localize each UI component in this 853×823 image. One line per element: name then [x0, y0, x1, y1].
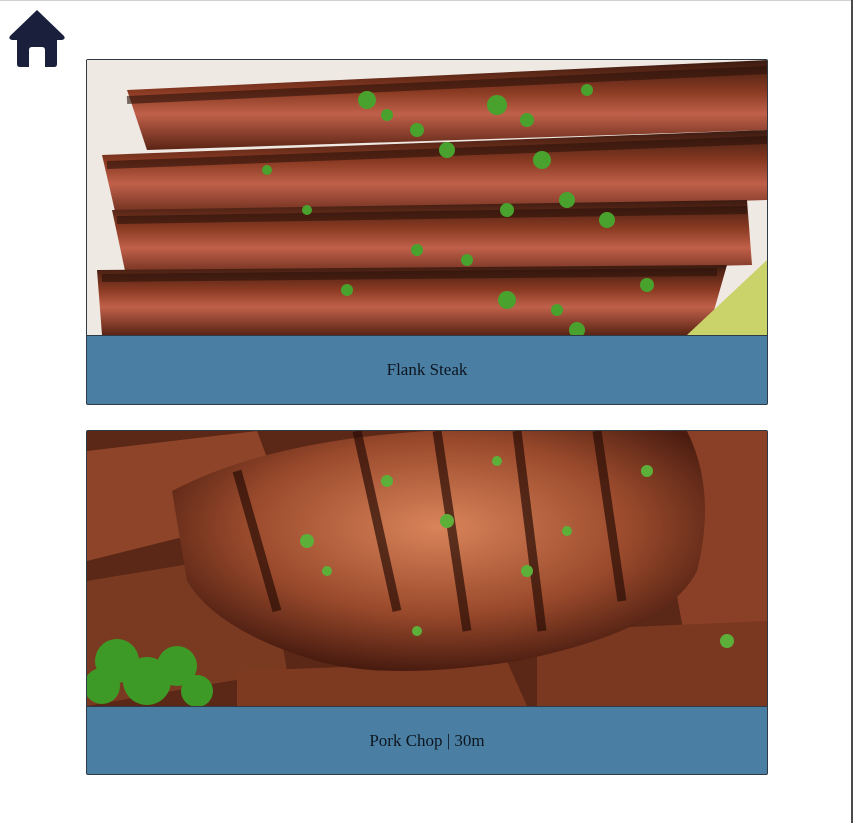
recipe-card-flank-steak[interactable]: Flank Steak [86, 59, 768, 405]
recipe-card-pork-chop[interactable]: Pork Chop | 30m [86, 430, 768, 775]
pork-chop-photo [87, 431, 767, 707]
recipe-title: Flank Steak [386, 359, 468, 379]
top-border [0, 0, 853, 1]
home-button[interactable] [8, 8, 66, 68]
recipe-title: Pork Chop | 30m [369, 730, 485, 750]
flank-steak-photo [87, 60, 767, 336]
home-icon [9, 10, 65, 67]
